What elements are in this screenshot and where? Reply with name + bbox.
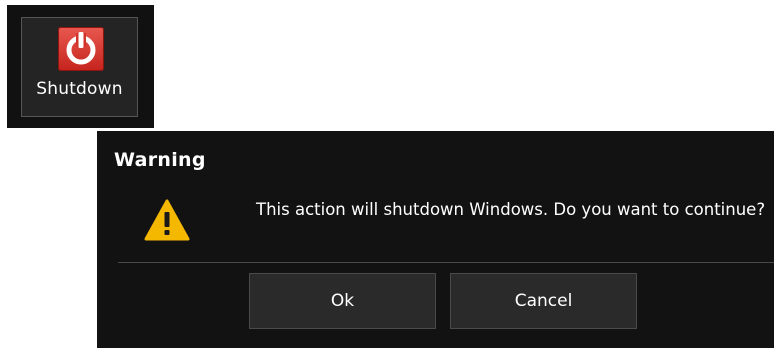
ok-button[interactable]: Ok — [249, 273, 436, 329]
shutdown-tile[interactable]: Shutdown — [21, 17, 138, 117]
dialog-divider — [118, 262, 774, 263]
app-tile-panel: Shutdown — [7, 5, 154, 128]
power-icon — [58, 27, 104, 71]
dialog-title: Warning — [114, 149, 206, 171]
cancel-button[interactable]: Cancel — [450, 273, 637, 329]
warning-icon — [144, 198, 190, 242]
warning-dialog: Warning This action will shutdown Window… — [97, 131, 774, 348]
dialog-message: This action will shutdown Windows. Do yo… — [256, 200, 766, 219]
shutdown-tile-label: Shutdown — [36, 79, 123, 99]
